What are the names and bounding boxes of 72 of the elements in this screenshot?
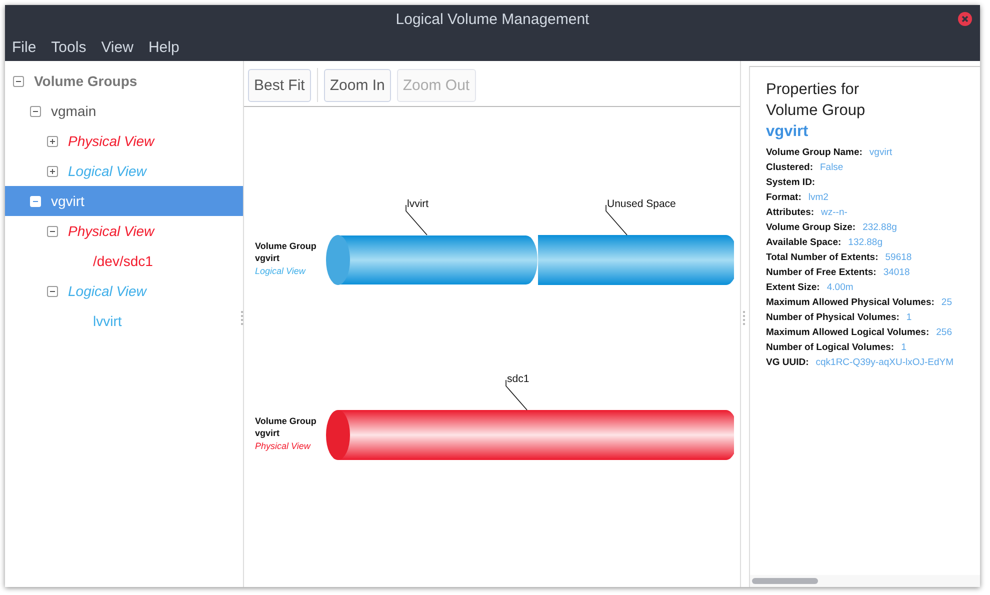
menu-item[interactable]: Help (148, 38, 180, 56)
property-label: Number of Logical Volumes: (766, 341, 894, 355)
property-value: lvm2 (808, 191, 828, 205)
property-value: 1 (906, 311, 912, 325)
scrollbar-thumb[interactable] (752, 578, 818, 584)
property-label: Number of Physical Volumes: (766, 311, 900, 325)
tree-item[interactable]: Physical View (5, 216, 243, 246)
property-label: Maximum Allowed Logical Volumes: (766, 326, 930, 340)
tree-item[interactable]: Volume Groups (5, 66, 243, 96)
segment-label: lvvirt (407, 198, 429, 210)
property-value: 132.88g (848, 236, 882, 250)
resize-handle[interactable] (743, 311, 747, 325)
property-label: Clustered: (766, 161, 813, 175)
expander-icon[interactable] (13, 76, 24, 86)
property-label: Extent Size: (766, 281, 820, 295)
property-label: Maximum Allowed Physical Volumes: (766, 296, 934, 310)
property-value: wz--n- (821, 206, 848, 220)
menu-item[interactable]: File (12, 38, 36, 56)
volume-segment[interactable] (538, 235, 734, 285)
cylinder-end-icon (326, 235, 350, 285)
property-label: Number of Free Extents: (766, 266, 876, 280)
property-value: cqk1RC-Q39y-aqXU-lxOJ-EdYM (816, 356, 954, 370)
group-name: vgvirt (255, 427, 281, 440)
expander-icon[interactable] (47, 136, 58, 146)
volume-segment[interactable] (338, 234, 538, 286)
property-value: 1 (901, 341, 906, 355)
diagram-title: Volume Group (255, 414, 318, 427)
property-value: 4.00m (826, 281, 854, 295)
property-value: False (820, 161, 844, 175)
menu-item[interactable]: Tools (51, 38, 86, 56)
property-value: 256 (936, 326, 952, 340)
resize-handle[interactable] (241, 311, 245, 325)
cylinder-end-icon (326, 410, 350, 460)
segment-label: sdc1 (507, 373, 530, 385)
expander-icon[interactable] (47, 226, 58, 236)
expander-icon[interactable] (30, 106, 41, 116)
tree-item[interactable]: Physical View (5, 126, 243, 156)
group-name: vgvirt (766, 122, 810, 142)
window-title: Logical Volume Management (396, 10, 590, 28)
properties-heading: Properties for (766, 80, 860, 100)
segment-label: Unused Space (607, 198, 676, 210)
property-label: Attributes: (766, 206, 814, 220)
menu-item[interactable]: View (101, 38, 134, 56)
tree-item[interactable]: Logical View (5, 156, 243, 186)
close-icon[interactable] (958, 12, 972, 26)
expander-icon[interactable] (47, 166, 58, 176)
toolbar-button[interactable]: Zoom In (324, 68, 391, 102)
properties-heading: Volume Group (766, 101, 866, 121)
tree-item[interactable]: Logical View (5, 276, 243, 306)
group-name: vgvirt (255, 252, 281, 264)
property-label: Volume Group Name: (766, 146, 862, 160)
property-value: 25 (941, 296, 952, 310)
property-label: Available Space: (766, 236, 842, 250)
tree-item[interactable]: lvvirt (5, 306, 243, 336)
property-value: 232.88g (862, 221, 897, 235)
property-label: Format: (766, 191, 802, 205)
property-value: 34018 (883, 266, 910, 280)
expander-icon[interactable] (47, 286, 58, 296)
tree-item[interactable]: vgmain (5, 96, 243, 126)
property-label: System ID: (766, 176, 816, 190)
volume-segment[interactable] (338, 410, 734, 460)
tree-item[interactable]: /dev/sdc1 (5, 246, 243, 276)
property-label: Volume Group Size: (766, 221, 856, 235)
toolbar-button[interactable]: Best Fit (248, 68, 311, 102)
property-value: 59618 (885, 251, 912, 265)
view-label: Physical View (255, 440, 312, 452)
property-label: VG UUID: (766, 356, 809, 370)
property-value: vgvirt (869, 146, 892, 160)
diagram-title: Volume Group (255, 240, 318, 252)
view-label: Logical View (255, 264, 307, 277)
property-label: Total Number of Extents: (766, 251, 878, 265)
tree-item[interactable]: vgvirt (5, 186, 243, 216)
